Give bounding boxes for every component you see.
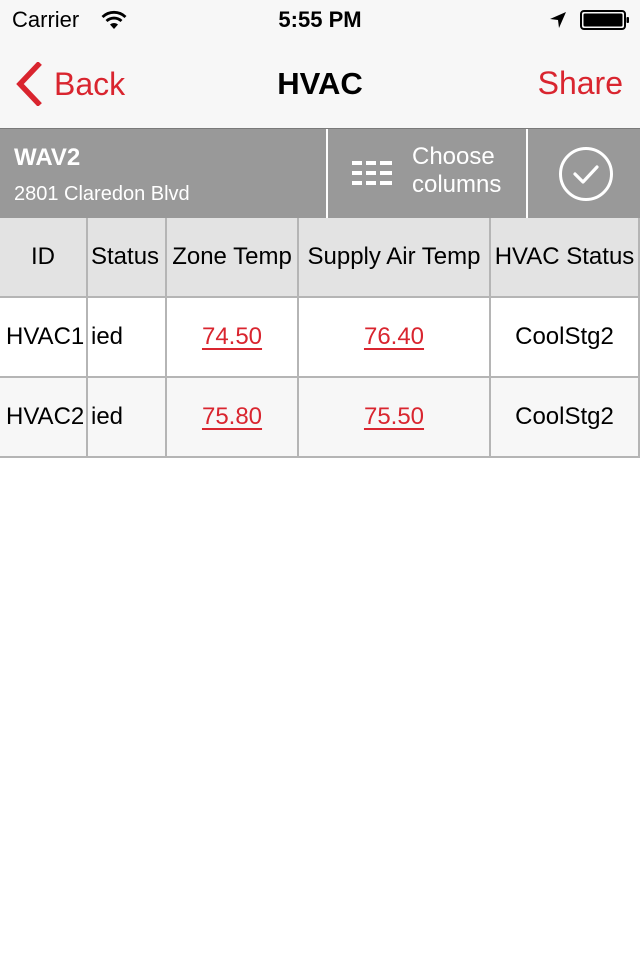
supply-air-temp-link[interactable]: 75.50 bbox=[364, 403, 424, 431]
column-header-zone-temp[interactable]: Zone Temp bbox=[167, 218, 299, 296]
choose-columns-label-line2: columns bbox=[412, 171, 502, 198]
clock: 5:55 PM bbox=[278, 7, 362, 32]
choose-columns-label-line1: Choose bbox=[412, 143, 495, 170]
share-button[interactable]: Share bbox=[538, 65, 623, 102]
check-circle-icon bbox=[559, 147, 613, 201]
supply-air-temp-link[interactable]: 76.40 bbox=[364, 323, 424, 351]
cell-supply-air-temp: 75.50 bbox=[299, 378, 491, 456]
hvac-table: ID Status Zone Temp Supply Air Temp HVAC… bbox=[0, 218, 640, 458]
columns-list-icon bbox=[352, 161, 392, 185]
column-header-id[interactable]: ID bbox=[0, 218, 88, 296]
site-info: WAV2 2801 Claredon Blvd bbox=[0, 129, 326, 218]
site-name: WAV2 bbox=[14, 144, 81, 171]
cell-id: HVAC2 bbox=[0, 378, 88, 456]
cell-hvac-status: CoolStg2 bbox=[491, 378, 640, 456]
status-bar: Carrier 5:55 PM bbox=[0, 0, 640, 40]
confirm-button[interactable] bbox=[528, 129, 640, 218]
column-header-hvac-status[interactable]: HVAC Status bbox=[491, 218, 640, 296]
column-header-supply-air-temp[interactable]: Supply Air Temp bbox=[299, 218, 491, 296]
cell-supply-air-temp: 76.40 bbox=[299, 298, 491, 376]
choose-columns-label: Choose columns bbox=[412, 143, 501, 199]
cell-status: ied bbox=[88, 378, 167, 456]
zone-temp-link[interactable]: 74.50 bbox=[202, 323, 262, 351]
table-header-row: ID Status Zone Temp Supply Air Temp HVAC… bbox=[0, 218, 640, 298]
table-row: HVAC2 ied 75.80 75.50 CoolStg2 bbox=[0, 378, 640, 458]
back-label: Back bbox=[54, 65, 126, 102]
site-toolbar: WAV2 2801 Claredon Blvd Choose columns bbox=[0, 128, 640, 218]
navigation-bar: Back HVAC Share bbox=[0, 40, 640, 128]
cell-zone-temp: 74.50 bbox=[167, 298, 299, 376]
back-button[interactable]: Back bbox=[14, 62, 125, 106]
cell-status: ied bbox=[88, 298, 167, 376]
cell-hvac-status: CoolStg2 bbox=[491, 298, 640, 376]
cell-id: HVAC1 bbox=[0, 298, 88, 376]
site-address: 2801 Claredon Blvd bbox=[14, 183, 190, 205]
location-arrow-icon bbox=[550, 12, 566, 28]
choose-columns-button[interactable]: Choose columns bbox=[328, 129, 526, 218]
battery-full-icon bbox=[580, 10, 629, 30]
cell-zone-temp: 75.80 bbox=[167, 378, 299, 456]
column-header-status[interactable]: Status bbox=[88, 218, 167, 296]
chevron-left-icon bbox=[16, 62, 42, 106]
zone-temp-link[interactable]: 75.80 bbox=[202, 403, 262, 431]
table-row: HVAC1 ied 74.50 76.40 CoolStg2 bbox=[0, 298, 640, 378]
